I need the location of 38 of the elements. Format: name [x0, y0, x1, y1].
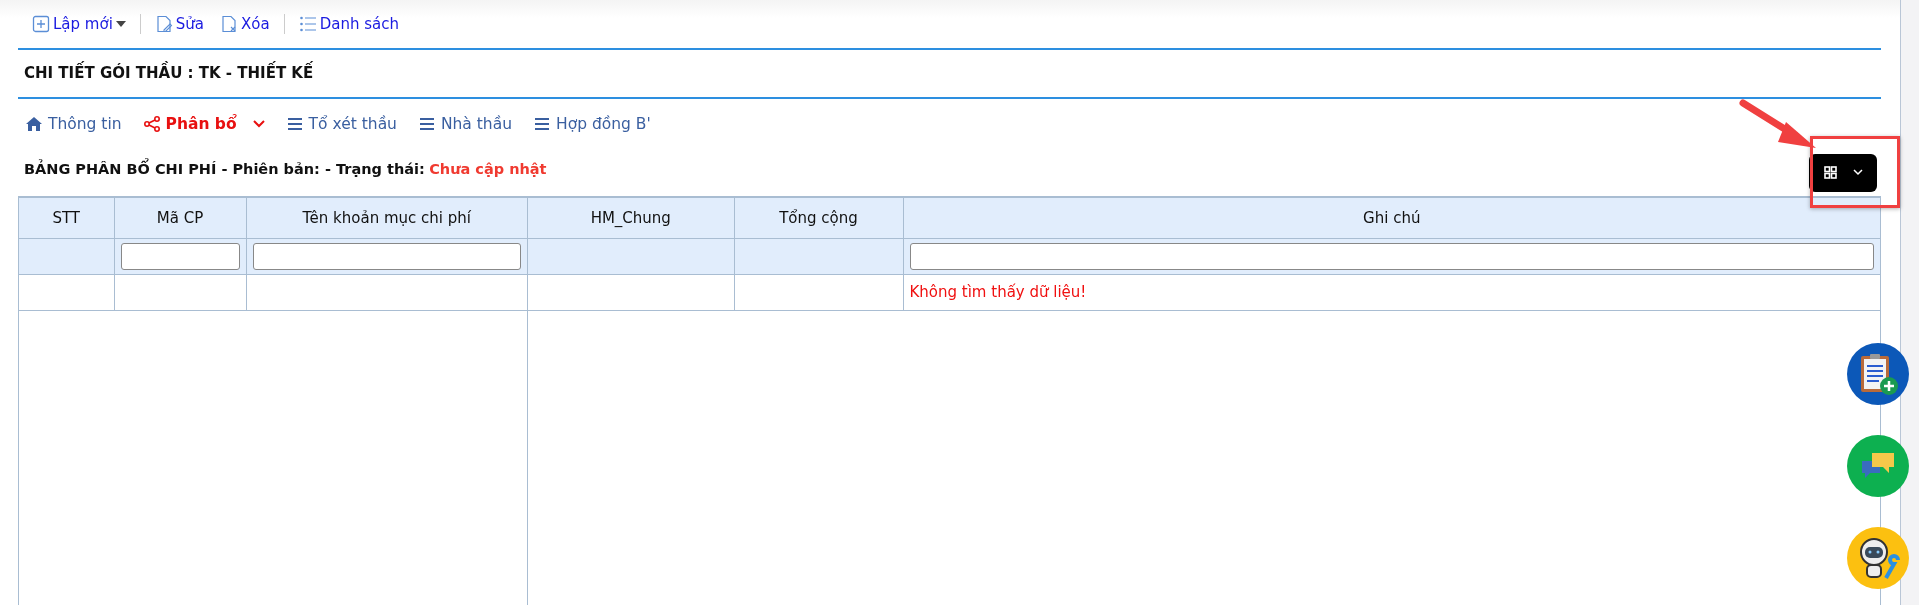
- plus-square-icon: [32, 15, 50, 33]
- tab[interactable]: Nhà thầu: [418, 112, 513, 136]
- page-title: CHI TIẾT GÓI THẦU : TK - THIẾT KẾ: [18, 48, 1881, 99]
- home-icon: [26, 116, 42, 133]
- status-value: Chưa cập nhật: [429, 160, 547, 177]
- tab[interactable]: Hợp đồng B': [534, 112, 651, 136]
- column-header: Tổng cộng: [734, 197, 903, 239]
- filter-field[interactable]: [252, 242, 521, 270]
- chevron-down-icon: [252, 120, 265, 129]
- tab[interactable]: Thông tin: [26, 112, 122, 136]
- column-header: Mã CP: [114, 197, 246, 239]
- edit-button[interactable]: Sửa: [148, 10, 211, 38]
- list-button[interactable]: Danh sách: [292, 10, 405, 38]
- column-header: Tên khoản mục chi phí: [246, 197, 527, 239]
- delete-button[interactable]: Xóa: [214, 10, 276, 38]
- tab[interactable]: Tổ xét thầu: [286, 112, 397, 136]
- filter-field[interactable]: [909, 242, 1874, 270]
- document-x-icon: [220, 15, 239, 33]
- caret-icon: [115, 21, 126, 27]
- grid-icon: [1823, 166, 1837, 180]
- chat-bubbles-icon: [1860, 451, 1896, 481]
- column-header: HM_Chung: [528, 197, 734, 239]
- column-header: STT: [19, 197, 114, 239]
- section-title: BẢNG PHÂN BỔ CHI PHÍ - Phiên bản: - Trạng thái:: [24, 160, 425, 177]
- empty-message: Không tìm thấy dữ liệu!: [909, 283, 1087, 301]
- share-icon: [143, 116, 160, 133]
- view-toggle-button[interactable]: [1809, 153, 1877, 192]
- add-button[interactable]: Lập mới: [26, 10, 132, 38]
- list-icon: [298, 15, 317, 33]
- chevron-down-icon: [1852, 169, 1863, 177]
- document-pencil-icon: [154, 15, 173, 33]
- filter-field[interactable]: [120, 242, 240, 270]
- menu-icon: [286, 116, 303, 133]
- menu-icon: [534, 116, 551, 133]
- tab[interactable]: Phân bổ: [143, 112, 265, 136]
- column-header: Ghi chú: [903, 197, 1880, 239]
- menu-icon: [418, 116, 435, 133]
- scrollbar[interactable]: [1900, 0, 1919, 605]
